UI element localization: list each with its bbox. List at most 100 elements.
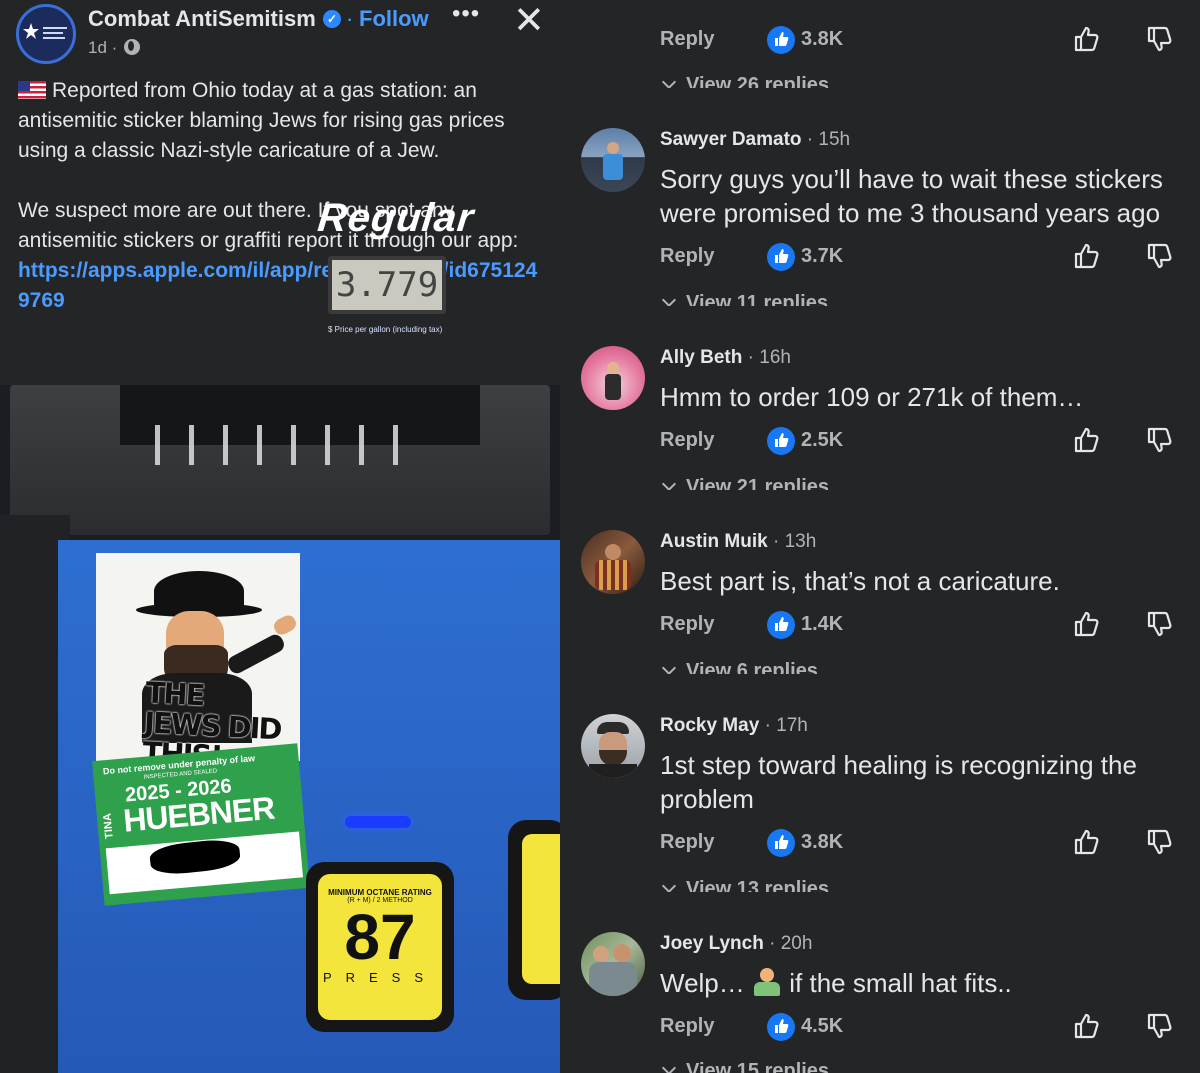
comment-time-wrap: · 15h (806, 129, 851, 150)
view-replies-link[interactable]: View 6 replies (660, 660, 818, 674)
avatar[interactable] (581, 346, 645, 410)
author-name[interactable]: Ally Beth (660, 347, 742, 368)
octane-button-2-face (522, 834, 560, 984)
thumbs-down-icon[interactable] (1145, 827, 1175, 857)
sticker-arm (225, 631, 287, 677)
view-replies-text: View 6 replies (686, 660, 818, 674)
report-app-link[interactable]: https://apps.apple.com/il/app/report-it-… (18, 259, 537, 312)
comment-time: 15h (818, 129, 851, 150)
thumbs-up-icon[interactable] (1072, 1011, 1102, 1041)
thumbs-down-icon[interactable] (1145, 241, 1175, 271)
comment-author[interactable]: Ally Beth · 16h (660, 347, 791, 369)
author-name[interactable]: Joey Lynch (660, 933, 764, 954)
octane-number: 87 (344, 901, 416, 973)
more-options-icon[interactable]: ••• (452, 0, 480, 28)
verified-badge-icon: ✓ (323, 10, 341, 28)
separator-dot: · (346, 6, 354, 31)
author-name[interactable]: Rocky May (660, 715, 759, 736)
thumbs-down-icon[interactable] (1145, 425, 1175, 455)
thumbs-down-icon[interactable] (1145, 24, 1175, 54)
view-replies-text: View 13 replies (686, 878, 830, 892)
comment-actions: Reply 1.4K (660, 611, 1190, 643)
post-paragraph-1: Reported from Ohio today at a gas statio… (18, 76, 548, 166)
view-replies-link[interactable]: View 15 replies (660, 1060, 829, 1073)
thumbs-up-icon[interactable] (1072, 241, 1102, 271)
globe-icon (124, 39, 141, 55)
inspection-side-label: TINA (101, 812, 116, 840)
comment-actions: Reply 4.5K (660, 1013, 1190, 1045)
comment-time-wrap: · 16h (747, 347, 791, 368)
comment-time: 20h (780, 933, 813, 954)
avatar[interactable] (581, 128, 645, 192)
price-caption: $ Price per gallon (including tax) (328, 325, 443, 334)
comment-time: 17h (776, 715, 808, 736)
like-count: 3.8K (801, 28, 844, 50)
star-logo-icon (23, 23, 67, 39)
comment-author[interactable]: Austin Muik · 13h (660, 531, 816, 553)
octane-button-2 (508, 820, 560, 1000)
comment-time: 16h (759, 347, 791, 368)
like-reaction-icon (767, 829, 795, 857)
comment-author[interactable]: Rocky May · 17h (660, 715, 808, 737)
like-reaction-icon (767, 26, 795, 54)
like-reaction-icon (767, 243, 795, 271)
like-reaction-icon (767, 427, 795, 455)
comment-text: Hmm to order 109 or 271k of them… (660, 382, 1084, 412)
comment-actions: Reply 3.7K (660, 243, 1190, 275)
view-replies-link[interactable]: View 21 replies (660, 476, 829, 490)
author-name[interactable]: Sawyer Damato (660, 129, 802, 150)
pump-indicator-light (345, 816, 411, 828)
reply-button[interactable]: Reply (660, 831, 714, 854)
like-reaction-icon (767, 1013, 795, 1041)
comment-author[interactable]: Sawyer Damato · 15h (660, 129, 850, 151)
price-display: 3.779 (328, 256, 446, 314)
avatar[interactable] (581, 530, 645, 594)
pump-fins (155, 425, 425, 465)
comment-actions: Reply 2.5K (660, 427, 1190, 459)
view-replies-link[interactable]: View 26 replies (660, 74, 829, 88)
pump-grade-label: Regular (315, 196, 477, 240)
reply-button[interactable]: Reply (660, 429, 714, 452)
reply-button[interactable]: Reply (660, 1015, 714, 1038)
follow-button[interactable]: Follow (359, 6, 429, 32)
chevron-down-icon (661, 878, 677, 892)
comments-panel: Reply 3.8K View 26 replies Sawyer Damato… (560, 0, 1200, 1073)
close-icon[interactable]: ✕ (513, 0, 545, 43)
comment-text-before: Welp… (660, 968, 745, 998)
page-name[interactable]: Combat AntiSemitism (88, 6, 316, 32)
page-avatar[interactable] (16, 4, 76, 64)
comment-author[interactable]: Joey Lynch · 20h (660, 933, 812, 955)
octane-button: MINIMUM OCTANE RATING (R + M) / 2 METHOD… (306, 862, 454, 1032)
comment-text: Best part is, that’s not a caricature. (660, 566, 1060, 596)
like-count: 2.5K (801, 429, 844, 451)
chevron-down-icon (661, 74, 677, 88)
thumbs-up-icon[interactable] (1072, 425, 1102, 455)
comment-actions: Reply 3.8K (660, 829, 1190, 861)
reply-button[interactable]: Reply (660, 245, 714, 268)
view-replies-link[interactable]: View 11 replies (660, 292, 828, 306)
avatar[interactable] (581, 714, 645, 778)
view-replies-link[interactable]: View 13 replies (660, 878, 829, 892)
antisemitic-sticker: THE JEWS DID THIS! (96, 553, 300, 761)
octane-rating-label: MINIMUM OCTANE RATING (328, 888, 432, 897)
thumbs-up-icon[interactable] (1072, 24, 1102, 54)
thumbs-down-icon[interactable] (1145, 609, 1175, 639)
post-time: 1d · (88, 38, 141, 58)
reply-button[interactable]: Reply (660, 28, 714, 51)
comment-time-wrap: · 20h (769, 933, 813, 954)
post-header: Combat AntiSemitism ✓ · Follow ••• ✕ 1d … (0, 0, 560, 70)
view-replies-text: View 21 replies (686, 476, 830, 490)
author-name[interactable]: Austin Muik (660, 531, 768, 552)
chevron-down-icon (661, 1060, 677, 1073)
inspection-sticker: Do not remove under penalty of law INSPE… (92, 743, 310, 906)
comment-text: Welp… if the small hat fits.. (660, 966, 1180, 1000)
person-shrugging-emoji-icon (752, 968, 782, 996)
like-count: 1.4K (801, 613, 844, 635)
chevron-down-icon (661, 292, 677, 306)
octane-press-label: PRESS (322, 970, 438, 985)
reply-button[interactable]: Reply (660, 613, 714, 636)
thumbs-up-icon[interactable] (1072, 827, 1102, 857)
thumbs-down-icon[interactable] (1145, 1011, 1175, 1041)
avatar[interactable] (581, 932, 645, 996)
thumbs-up-icon[interactable] (1072, 609, 1102, 639)
